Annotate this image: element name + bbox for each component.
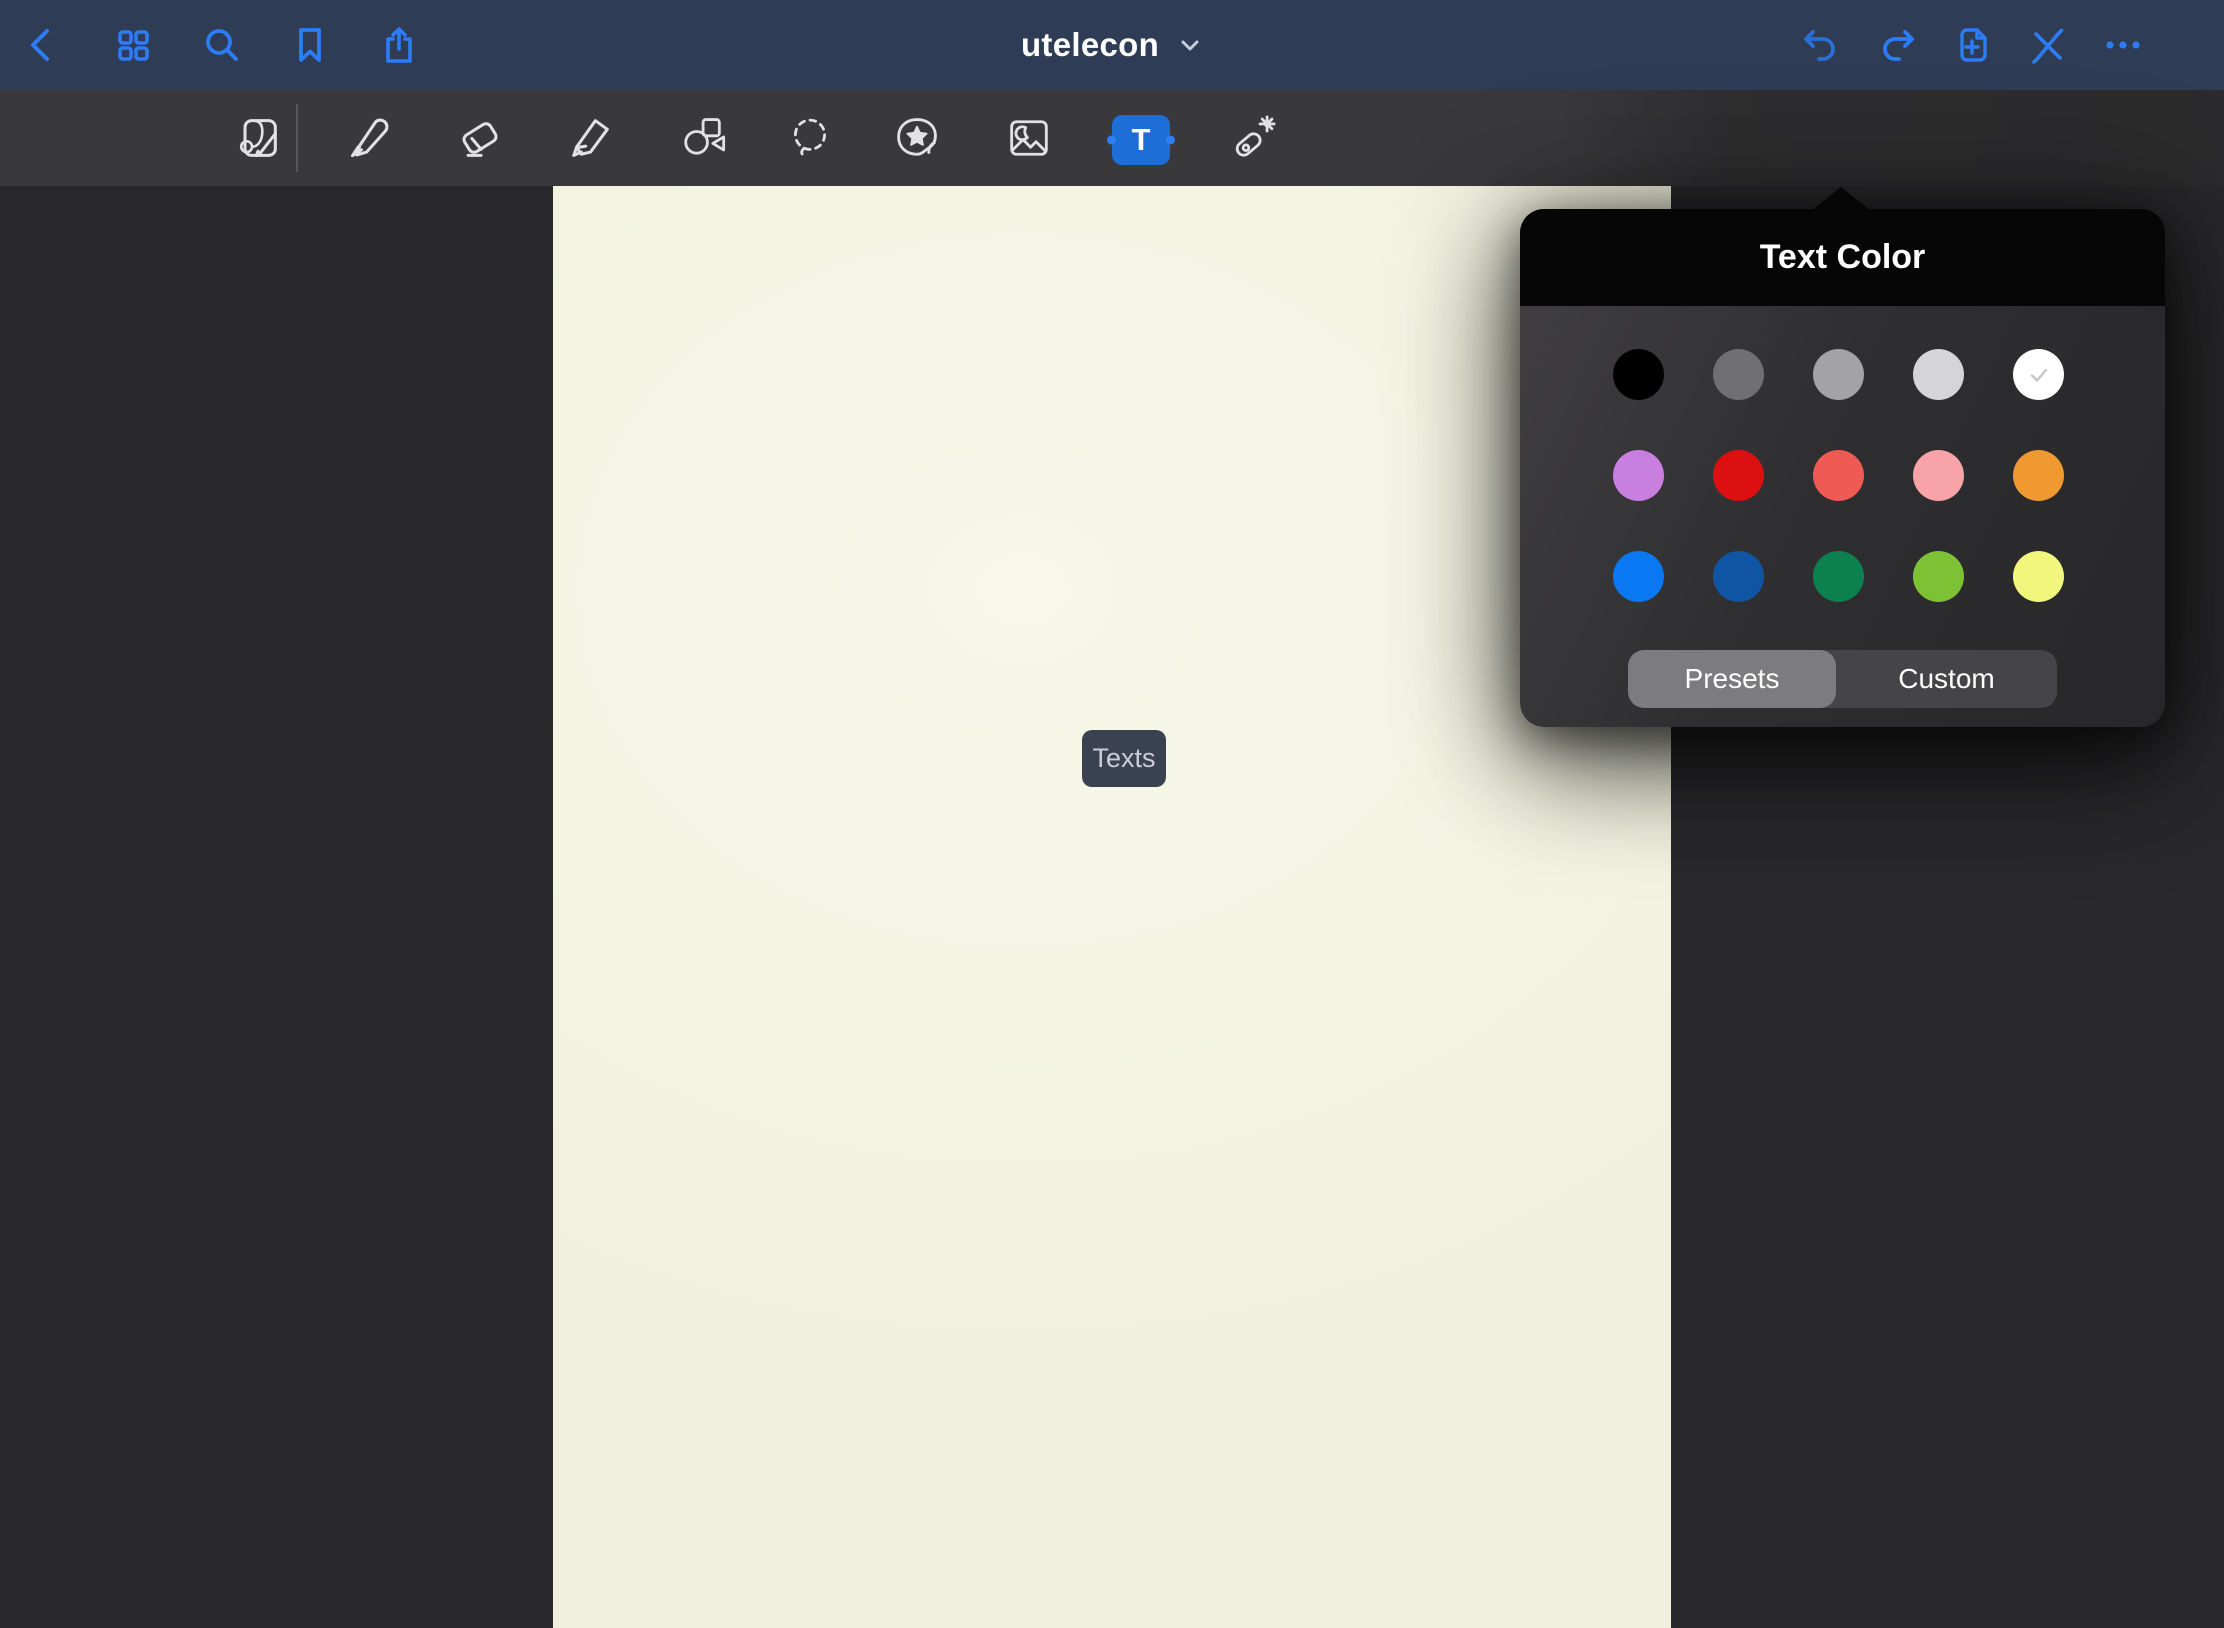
swatch-coral[interactable] — [1813, 450, 1864, 501]
selection-handle-left — [1107, 136, 1116, 145]
lasso-icon — [784, 112, 836, 164]
popover-title: Text Color — [1760, 238, 1926, 277]
redo-icon — [1875, 23, 1919, 67]
pen-icon — [340, 112, 392, 164]
pen-tool[interactable] — [340, 112, 392, 164]
popover-header: Text Color — [1520, 209, 2165, 306]
canvas-text-object[interactable]: Texts — [1082, 730, 1166, 787]
shapes-tool[interactable] — [676, 112, 728, 164]
undo-button[interactable] — [1799, 23, 1843, 67]
add-page-icon — [1950, 23, 1994, 67]
swatch-light-gray[interactable] — [1913, 349, 1964, 400]
text-color-popover: Text Color Presets Custom — [1520, 209, 2165, 727]
title-chevron-down-icon[interactable] — [1177, 32, 1203, 58]
image-tool[interactable] — [1003, 112, 1055, 164]
back-button[interactable] — [20, 23, 64, 67]
nav-bar: utelecon — [0, 0, 2224, 90]
share-icon — [377, 23, 421, 67]
eraser-tool[interactable] — [454, 112, 506, 164]
swatch-green[interactable] — [1813, 551, 1864, 602]
more-options-button[interactable] — [2101, 23, 2145, 67]
page-title[interactable]: utelecon — [1021, 26, 1159, 64]
toolbar-divider — [296, 104, 298, 172]
eraser-icon — [454, 112, 506, 164]
undo-icon — [1799, 23, 1843, 67]
search-button[interactable] — [200, 23, 244, 67]
presets-tab[interactable]: Presets — [1628, 650, 1836, 708]
pen-crossed-icon — [2025, 23, 2069, 67]
grid-icon — [111, 23, 155, 67]
bookmark-button[interactable] — [288, 23, 332, 67]
search-icon — [200, 23, 244, 67]
swatch-purple[interactable] — [1613, 450, 1664, 501]
stylus-toggle-button[interactable] — [2025, 23, 2069, 67]
text-tool-selected[interactable]: T — [1112, 115, 1170, 165]
popover-arrow — [1812, 187, 1870, 210]
laser-pointer-icon — [1227, 112, 1279, 164]
swatch-gray[interactable] — [1813, 349, 1864, 400]
swatch-black[interactable] — [1613, 349, 1664, 400]
chevron-left-icon — [20, 23, 64, 67]
add-page-button[interactable] — [1950, 23, 1994, 67]
edit-mode-icon — [232, 112, 284, 164]
lasso-tool[interactable] — [784, 112, 836, 164]
swatch-yellow[interactable] — [2013, 551, 2064, 602]
swatch-white[interactable] — [2013, 349, 2064, 400]
swatch-orange[interactable] — [2013, 450, 2064, 501]
tool-bar: T HiraginoSans-... 16 T ♥ — [0, 90, 2224, 186]
presets-tab-label: Presets — [1685, 663, 1780, 695]
highlighter-icon — [564, 112, 616, 164]
highlighter-tool[interactable] — [564, 112, 616, 164]
note-page[interactable] — [553, 186, 1671, 1628]
swatch-grid — [1613, 349, 2064, 602]
ellipsis-icon — [2101, 23, 2145, 67]
laser-pointer-tool[interactable] — [1227, 112, 1279, 164]
canvas-text-label: Texts — [1092, 743, 1155, 774]
swatch-light-green[interactable] — [1913, 551, 1964, 602]
presets-custom-segmented-control: Presets Custom — [1628, 650, 2057, 708]
swatch-red[interactable] — [1713, 450, 1764, 501]
share-button[interactable] — [377, 23, 421, 67]
custom-tab-label: Custom — [1898, 663, 1994, 695]
selection-handle-right — [1166, 136, 1175, 145]
checkmark-icon — [2026, 362, 2052, 388]
swatch-dark-blue[interactable] — [1713, 551, 1764, 602]
bookmark-icon — [288, 23, 332, 67]
image-icon — [1003, 112, 1055, 164]
stickers-tool[interactable] — [891, 112, 943, 164]
swatch-dark-gray[interactable] — [1713, 349, 1764, 400]
redo-button[interactable] — [1875, 23, 1919, 67]
text-tool-glyph: T — [1132, 122, 1151, 158]
swatch-blue[interactable] — [1613, 551, 1664, 602]
view-mode-button[interactable] — [232, 112, 284, 164]
custom-tab[interactable]: Custom — [1836, 650, 2057, 708]
sticker-star-icon — [891, 112, 943, 164]
swatch-pink[interactable] — [1913, 450, 1964, 501]
thumbnails-button[interactable] — [111, 23, 155, 67]
shapes-icon — [676, 112, 728, 164]
